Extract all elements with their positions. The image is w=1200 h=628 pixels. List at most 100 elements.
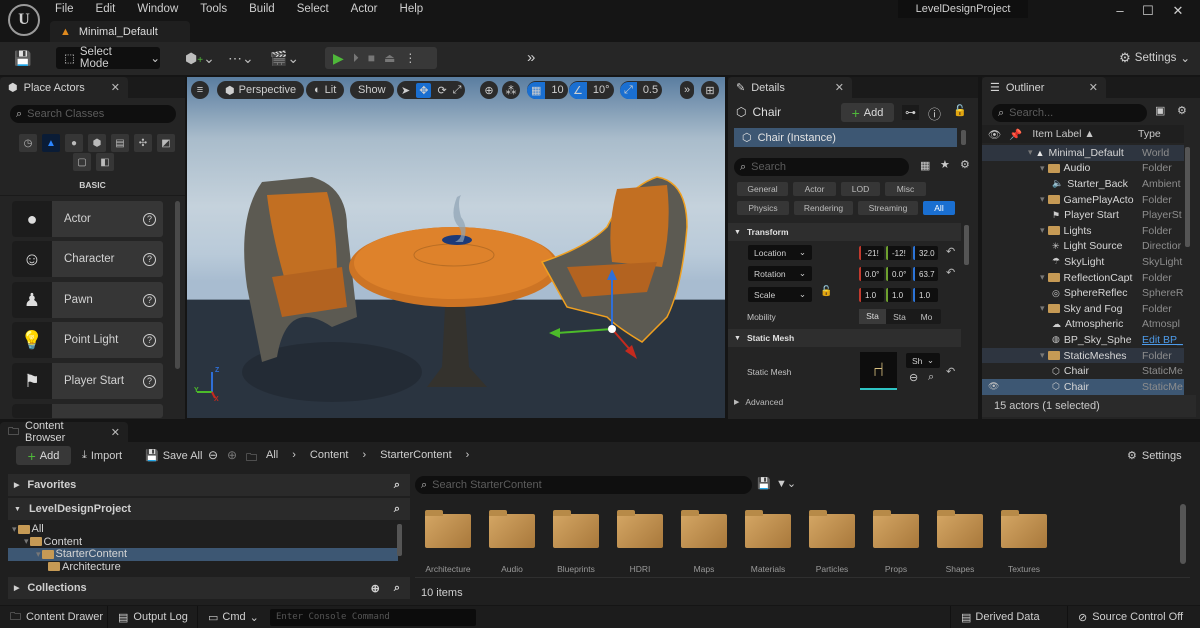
- scale-y[interactable]: 1.0: [886, 288, 911, 302]
- outliner-row[interactable]: ☁ Atmospheric Atmospl: [982, 317, 1184, 333]
- viewport-menu-button[interactable]: ≡: [191, 81, 209, 99]
- actor-item[interactable]: 💡 Point Light ?: [12, 322, 163, 358]
- caret-down-icon[interactable]: ▾: [1040, 350, 1045, 361]
- visibility-icon[interactable]: 👁: [988, 128, 1001, 141]
- filter-all[interactable]: All: [923, 201, 955, 215]
- blueprint-hierarchy-icon[interactable]: ⊶: [902, 105, 919, 120]
- outliner-row[interactable]: ▾ StaticMeshes Folder: [982, 347, 1184, 364]
- search-icon[interactable]: ⌕: [394, 479, 400, 492]
- outliner-row[interactable]: ▾ Sky and Fog Folder: [982, 301, 1184, 317]
- scrollbar[interactable]: [1185, 147, 1190, 247]
- cb-settings-button[interactable]: ⚙ Settings: [1127, 449, 1182, 463]
- more-options-icon[interactable]: ⋮: [404, 51, 416, 65]
- filter-icon[interactable]: ▼⌄: [776, 477, 796, 490]
- maximize-button[interactable]: ☐: [1138, 3, 1158, 19]
- help-icon[interactable]: ?: [143, 374, 156, 388]
- content-drawer-button[interactable]: 🗀 Content Drawer: [0, 606, 108, 628]
- chevron-right-icon[interactable]: ›: [292, 449, 296, 461]
- layout-button[interactable]: ⊞: [701, 81, 719, 99]
- outliner-row[interactable]: ▾ Audio Folder: [982, 161, 1184, 177]
- outliner-row[interactable]: ⚑ Player Start PlayerSt: [982, 207, 1184, 223]
- reset-icon[interactable]: ↶: [946, 266, 955, 279]
- menu-actor[interactable]: Actor: [351, 2, 378, 15]
- cinematics-icon[interactable]: 🎬⌄: [270, 50, 299, 67]
- filter-rendering[interactable]: Rendering: [794, 201, 853, 215]
- filter-lod[interactable]: LOD: [841, 182, 880, 196]
- output-log-button[interactable]: ▤ Output Log: [108, 606, 198, 628]
- caret-down-icon[interactable]: ▾: [1040, 194, 1045, 205]
- mobility-movable[interactable]: Mo: [913, 312, 940, 322]
- scrollbar[interactable]: [964, 225, 969, 265]
- close-icon[interactable]: ✕: [1089, 81, 1098, 94]
- location-z[interactable]: 32.0: [913, 246, 938, 260]
- close-icon[interactable]: ✕: [111, 426, 120, 439]
- toolbar-overflow-icon[interactable]: »: [527, 49, 535, 66]
- asset-folder[interactable]: HDRI: [608, 510, 672, 574]
- breadcrumb-all[interactable]: All: [266, 449, 278, 461]
- gear-icon[interactable]: ⚙: [1177, 104, 1187, 117]
- menu-build[interactable]: Build: [249, 2, 275, 15]
- caret-down-icon[interactable]: ▾: [24, 536, 29, 547]
- scale-dropdown[interactable]: Scale ⌄: [748, 287, 812, 302]
- actor-item[interactable]: ♟ Pawn ?: [12, 282, 163, 318]
- outliner-row[interactable]: ◎ SphereReflec SphereR: [982, 285, 1184, 301]
- outliner-row[interactable]: ▾ ▲ Minimal_Default World: [982, 145, 1184, 161]
- place-actors-tab[interactable]: ⬢ Place Actors ✕: [0, 77, 128, 98]
- menu-help[interactable]: Help: [400, 2, 424, 15]
- visibility-icon[interactable]: 👁: [988, 381, 999, 392]
- static-mesh-dropdown[interactable]: Sh ⌄: [906, 353, 940, 368]
- all-classes-icon[interactable]: ▢: [73, 153, 91, 171]
- lock-icon[interactable]: 🔓: [820, 286, 832, 297]
- search-icon[interactable]: ⌕: [394, 503, 400, 516]
- back-icon[interactable]: ⊖: [208, 448, 218, 462]
- filter-actor[interactable]: Actor: [793, 182, 836, 196]
- mobility-static[interactable]: Sta: [859, 309, 886, 324]
- close-button[interactable]: ✕: [1168, 3, 1188, 19]
- folder-tree-item[interactable]: ▾ Content: [8, 536, 398, 549]
- use-selected-icon[interactable]: ⊖: [909, 371, 918, 384]
- transform-section-header[interactable]: ▼ Transform: [728, 223, 961, 241]
- component-instance-row[interactable]: ⬡ Chair (Instance): [734, 128, 957, 147]
- filter-misc[interactable]: Misc: [885, 182, 926, 196]
- help-icon[interactable]: ?: [143, 252, 156, 266]
- star-icon[interactable]: ★: [940, 158, 950, 171]
- move-icon[interactable]: ✥: [416, 82, 432, 98]
- project-section[interactable]: ▼ LevelDesignProject ⌕: [8, 498, 410, 520]
- rotation-snap-button[interactable]: ∠ 10°: [569, 81, 614, 99]
- actor-item[interactable]: ☺ Character ?: [12, 241, 163, 277]
- minimize-button[interactable]: –: [1110, 3, 1130, 18]
- outliner-search-input[interactable]: ⌕ Search...: [992, 104, 1147, 122]
- asset-folder[interactable]: Props: [864, 510, 928, 574]
- visual-effects-icon[interactable]: ✣: [134, 134, 152, 152]
- advanced-row[interactable]: ▶ Advanced: [734, 397, 783, 407]
- select-arrow-icon[interactable]: ➤: [401, 84, 410, 97]
- caret-down-icon[interactable]: ▾: [1040, 225, 1045, 236]
- unreal-logo-icon[interactable]: U: [8, 4, 40, 36]
- console-input[interactable]: Enter Console Command: [270, 608, 476, 626]
- rotation-x[interactable]: 0.0°: [859, 267, 884, 281]
- menu-file[interactable]: File: [55, 2, 74, 15]
- level-viewport[interactable]: Z Y X ≡ ⬢ Perspective ◐ Lit Show ➤ ✥ ⟳ ⤢ ⊕…: [187, 77, 725, 418]
- import-button[interactable]: ⤓ Import: [82, 449, 122, 462]
- save-all-button[interactable]: 💾 Save All: [145, 449, 202, 463]
- close-icon[interactable]: ✕: [835, 81, 844, 94]
- caret-down-icon[interactable]: ▾: [1040, 303, 1045, 314]
- asset-folder[interactable]: Audio: [480, 510, 544, 574]
- derived-data-button[interactable]: ▤ Derived Data: [950, 606, 1060, 628]
- grid-snap-button[interactable]: ▦ 10: [527, 81, 568, 99]
- step-icon[interactable]: ⏵: [353, 51, 359, 66]
- reset-icon[interactable]: ↶: [946, 245, 955, 258]
- asset-search-input[interactable]: ⌕ Search StarterContent: [415, 476, 752, 494]
- actor-item-partial[interactable]: [12, 404, 163, 418]
- chevron-right-icon[interactable]: ›: [466, 449, 470, 461]
- filter-streaming[interactable]: Streaming: [858, 201, 918, 215]
- help-icon[interactable]: ?: [143, 293, 156, 307]
- menu-tools[interactable]: Tools: [200, 2, 227, 15]
- pin-icon[interactable]: 📌: [1009, 128, 1022, 141]
- cb-add-button[interactable]: + Add: [16, 446, 71, 465]
- menu-edit[interactable]: Edit: [96, 2, 116, 15]
- item-label-column[interactable]: Item Label ▲: [1032, 128, 1094, 140]
- scale-z[interactable]: 1.0: [913, 288, 938, 302]
- lights-icon[interactable]: ●: [65, 134, 83, 152]
- lit-button[interactable]: ◐ Lit: [306, 81, 345, 99]
